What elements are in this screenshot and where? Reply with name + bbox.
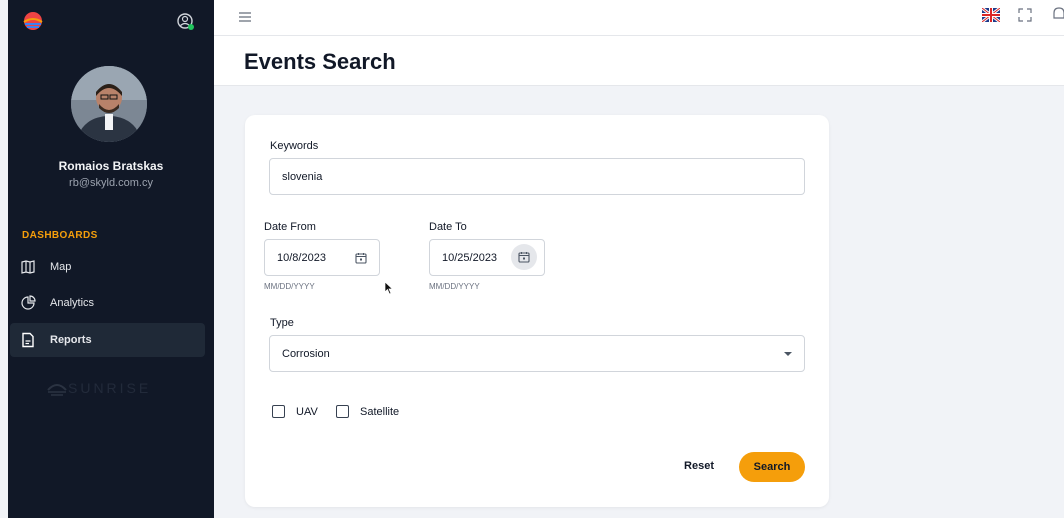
type-select[interactable]: Corrosion [269, 335, 805, 372]
date-to-input[interactable]: 10/25/2023 [429, 239, 545, 276]
sidebar-item-reports[interactable]: Reports [10, 323, 205, 357]
sidebar-item-analytics[interactable]: Analytics [10, 286, 205, 320]
date-to-value: 10/25/2023 [442, 251, 498, 264]
brand-text: SUNRISE [68, 380, 152, 396]
user-email: rb@skyld.com.cy [69, 177, 153, 189]
user-status-icon[interactable] [176, 12, 196, 32]
satellite-checkbox[interactable] [336, 405, 349, 418]
keywords-value: slovenia [282, 170, 323, 183]
sidebar: Romaios Bratskas rb@skyld.com.cy DASHBOA… [8, 0, 214, 518]
search-button[interactable]: Search [739, 452, 805, 482]
sidebar-item-map[interactable]: Map [10, 250, 205, 284]
uav-label: UAV [296, 406, 318, 418]
sidebar-item-label: Analytics [50, 297, 95, 309]
sunrise-logo-icon [47, 384, 67, 396]
fullscreen-icon[interactable] [1017, 7, 1033, 23]
calendar-icon [355, 253, 367, 264]
uav-checkbox[interactable] [272, 405, 285, 418]
menu-icon[interactable] [238, 10, 252, 24]
sunrise-watermark: SUNRISE [46, 380, 151, 396]
mouse-cursor-icon [384, 281, 394, 295]
user-name: Romaios Bratskas [58, 159, 164, 173]
satellite-label: Satellite [360, 406, 400, 418]
reset-button[interactable]: Reset [677, 452, 721, 480]
page-title: Events Search [244, 49, 396, 74]
date-from-value: 10/8/2023 [277, 251, 326, 264]
file-icon [22, 332, 34, 348]
sidebar-item-label: Map [50, 261, 72, 273]
page-header: Events Search [214, 36, 1064, 86]
section-title-dashboards: DASHBOARDS [22, 230, 98, 241]
sidebar-item-label: Reports [50, 334, 92, 346]
notification-icon[interactable] [1052, 6, 1064, 22]
date-from-input[interactable]: 10/8/2023 [264, 239, 380, 276]
app-logo-icon[interactable] [22, 10, 44, 32]
type-value: Corrosion [282, 347, 330, 360]
calendar-icon [518, 252, 530, 263]
date-to-hint: MM/DD/YYYY [429, 282, 480, 291]
date-from-calendar-button[interactable] [348, 245, 374, 271]
search-form-card: Keywords slovenia Date From 10/8/2023 MM… [245, 115, 829, 507]
avatar [71, 66, 147, 142]
chevron-down-icon [784, 352, 792, 356]
map-icon [21, 260, 35, 274]
date-to-label: Date To [429, 221, 467, 233]
top-bar [214, 0, 1064, 36]
date-to-calendar-button[interactable] [511, 244, 537, 270]
analytics-icon [21, 295, 36, 310]
keywords-input[interactable]: slovenia [269, 158, 805, 195]
type-label: Type [270, 317, 294, 329]
date-from-label: Date From [264, 221, 316, 233]
keywords-label: Keywords [270, 140, 319, 152]
date-from-hint: MM/DD/YYYY [264, 282, 315, 291]
uk-flag-icon[interactable] [982, 8, 1000, 22]
